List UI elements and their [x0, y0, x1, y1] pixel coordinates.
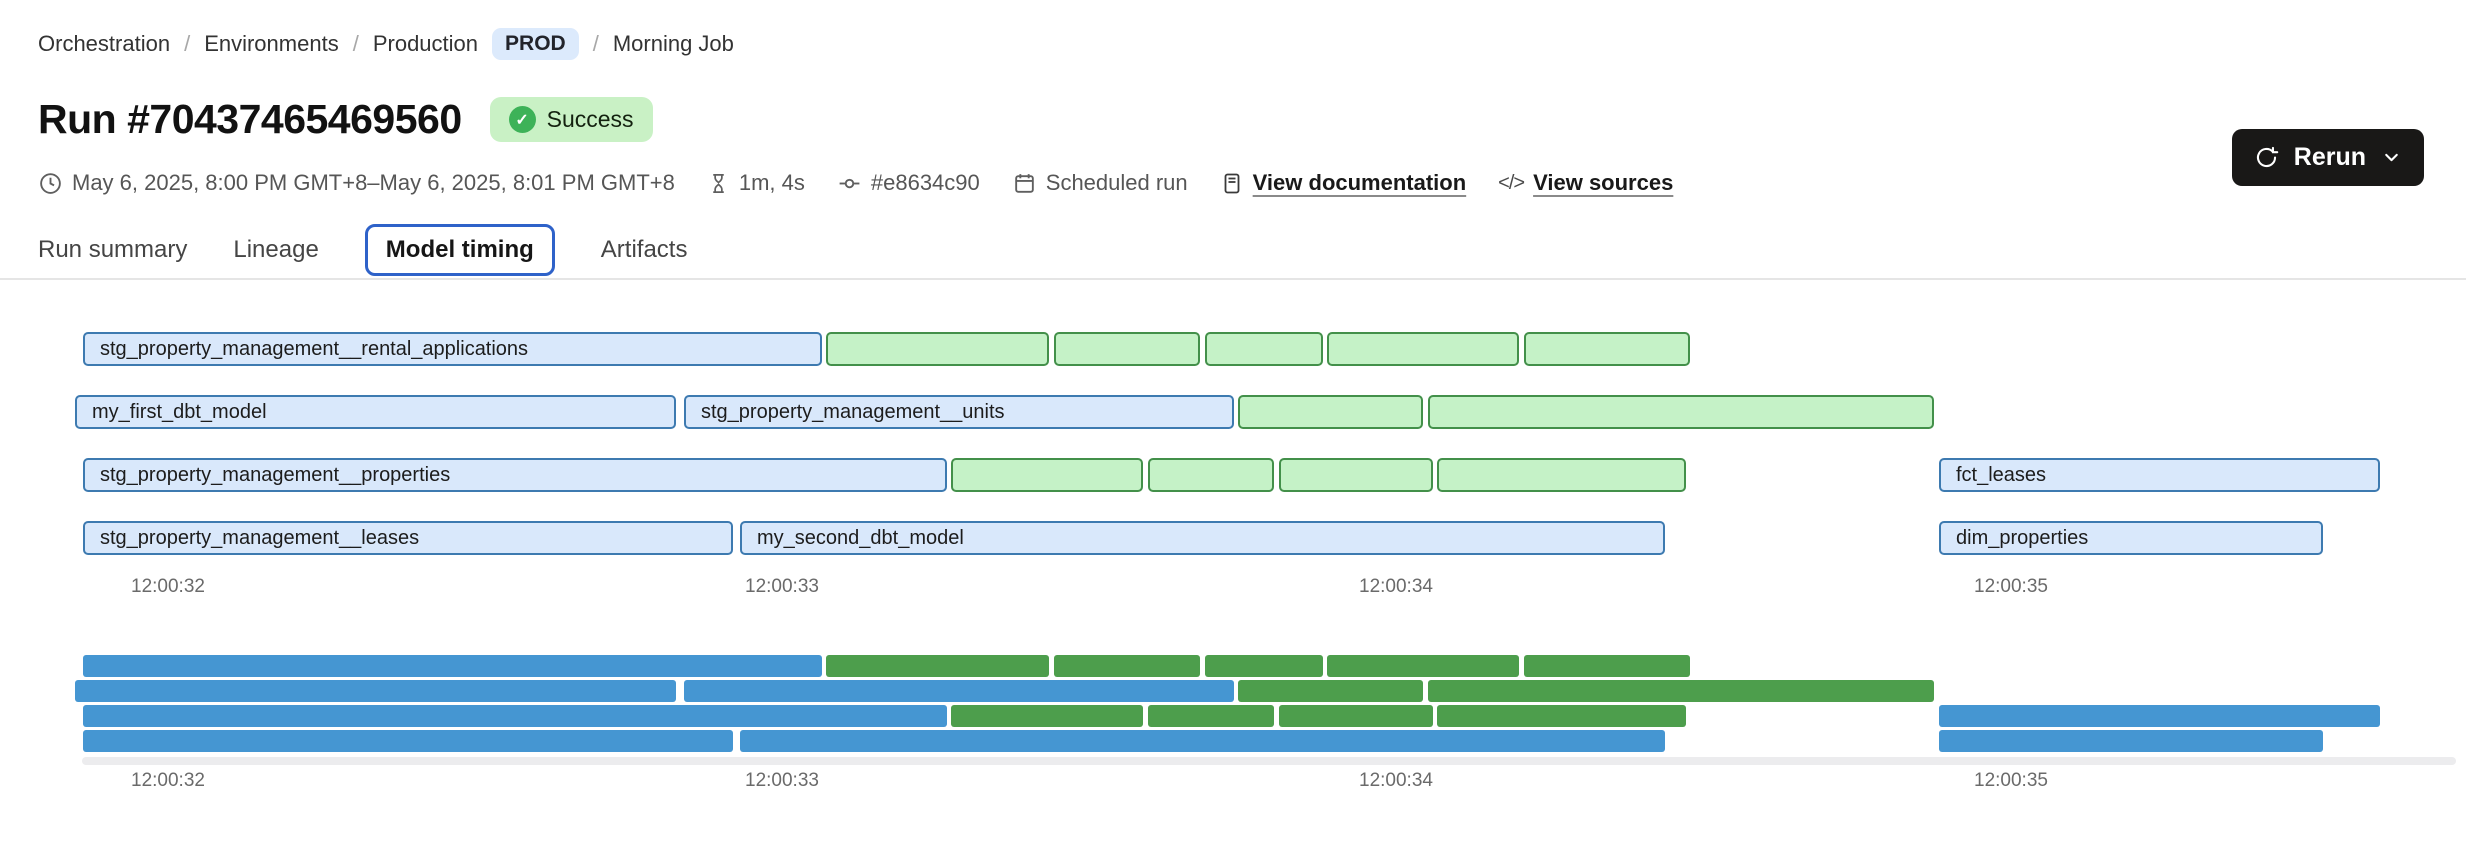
axis-tick: 12:00:32 — [131, 576, 205, 598]
gantt-bar-blue[interactable]: stg_property_management__leases — [83, 521, 733, 555]
gantt-bar-blue[interactable]: stg_property_management__rental_applicat… — [83, 332, 822, 366]
minimap-bar — [75, 680, 676, 702]
minimap-bar — [740, 730, 1665, 752]
minimap-bar — [1279, 705, 1433, 727]
axis-tick: 12:00:34 — [1359, 770, 1433, 792]
minimap-bar — [1327, 655, 1519, 677]
gantt-bar-green[interactable] — [1238, 395, 1423, 429]
minimap-bar — [1428, 680, 1934, 702]
gantt-bar-blue[interactable]: fct_leases — [1939, 458, 2380, 492]
axis-tick: 12:00:33 — [745, 576, 819, 598]
minimap-bar — [83, 705, 947, 727]
run-detail-page: Orchestration / Environments / Productio… — [0, 0, 2466, 842]
axis-tick: 12:00:35 — [1974, 576, 2048, 598]
minimap-bar — [684, 680, 1234, 702]
minimap-bar — [951, 705, 1143, 727]
gantt-bar-green[interactable] — [1327, 332, 1519, 366]
axis-tick: 12:00:32 — [131, 770, 205, 792]
axis-tick: 12:00:34 — [1359, 576, 1433, 598]
model-timing-gantt: stg_property_management__rental_applicat… — [0, 0, 2466, 842]
minimap-bar — [1939, 705, 2380, 727]
minimap-bar — [1148, 705, 1274, 727]
minimap-bar — [1524, 655, 1690, 677]
gantt-bar-green[interactable] — [1054, 332, 1200, 366]
gantt-bar-green[interactable] — [1524, 332, 1690, 366]
gantt-bar-green[interactable] — [1205, 332, 1323, 366]
gantt-bar-green[interactable] — [951, 458, 1143, 492]
gantt-bar-blue[interactable]: dim_properties — [1939, 521, 2323, 555]
gantt-bar-green[interactable] — [1437, 458, 1686, 492]
minimap-bar — [83, 655, 822, 677]
gantt-bar-blue[interactable]: stg_property_management__units — [684, 395, 1234, 429]
axis-tick: 12:00:35 — [1974, 770, 2048, 792]
gantt-bar-blue[interactable]: my_first_dbt_model — [75, 395, 676, 429]
axis-tick: 12:00:33 — [745, 770, 819, 792]
gantt-bar-green[interactable] — [1428, 395, 1934, 429]
minimap-brush-track[interactable] — [82, 757, 2456, 765]
gantt-bar-blue[interactable]: stg_property_management__properties — [83, 458, 947, 492]
minimap-bar — [83, 730, 733, 752]
gantt-bar-green[interactable] — [1279, 458, 1433, 492]
minimap-bar — [826, 655, 1049, 677]
minimap-bar — [1939, 730, 2323, 752]
gantt-bar-blue[interactable]: my_second_dbt_model — [740, 521, 1665, 555]
gantt-bar-green[interactable] — [1148, 458, 1274, 492]
minimap-bar — [1054, 655, 1200, 677]
minimap-bar — [1437, 705, 1686, 727]
minimap-bar — [1238, 680, 1423, 702]
minimap-bar — [1205, 655, 1323, 677]
gantt-bar-green[interactable] — [826, 332, 1049, 366]
